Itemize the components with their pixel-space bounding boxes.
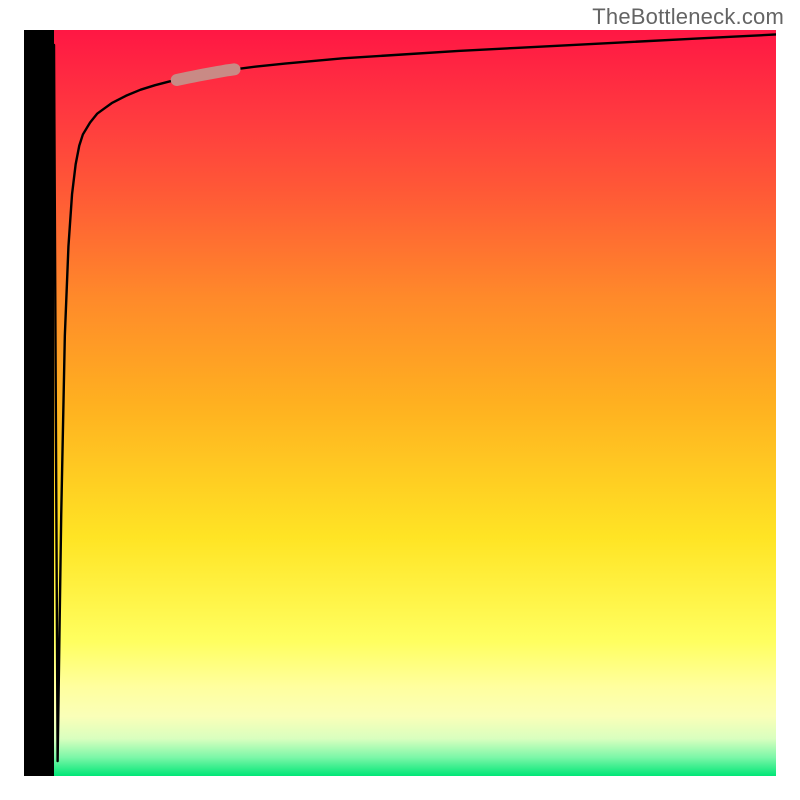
bottleneck-curve [54, 34, 776, 761]
curve-highlight-icon [177, 69, 235, 80]
curve-layer [24, 30, 776, 776]
attribution-label: TheBottleneck.com [592, 4, 784, 30]
chart-container: TheBottleneck.com [0, 0, 800, 800]
plot-frame [24, 30, 776, 776]
